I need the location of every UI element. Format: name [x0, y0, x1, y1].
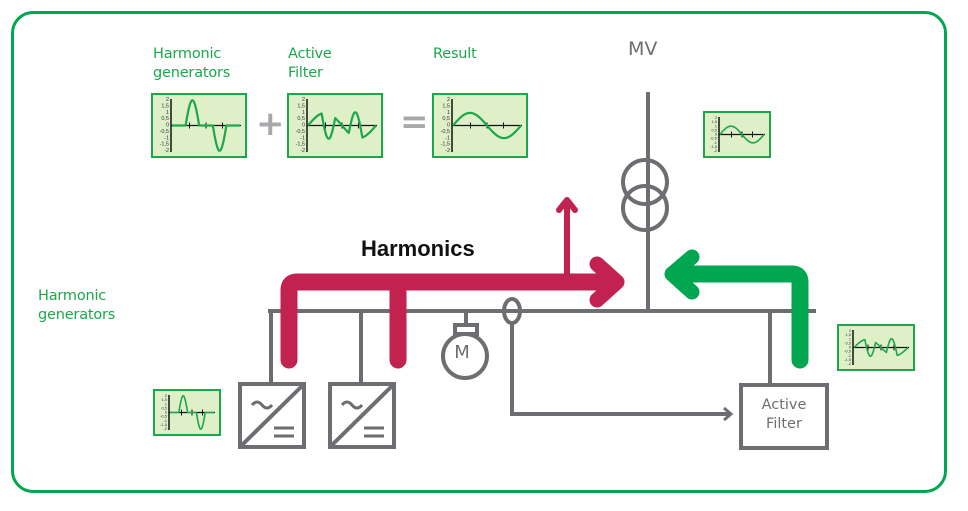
waveform-curve — [171, 99, 241, 152]
waveform-plot: 21,510,50-0,5-1-1,5-2 — [710, 115, 765, 153]
waveform-tick-label: 2 — [302, 97, 305, 103]
transformer-primary-winding — [621, 158, 669, 206]
waveform-plot: 21,510,50-0,5-1-1,5-2 — [296, 97, 377, 154]
waveform-tick-label: -2 — [164, 148, 169, 154]
waveform-tick-label: 0 — [302, 123, 305, 129]
waveform-tick-label: 1,5 — [161, 103, 169, 109]
waveform-plot: 21,510,50-0,5-1-1,5-2 — [160, 97, 241, 154]
converter-2-ac-symbol — [340, 400, 364, 410]
waveform-tick-label: -2 — [847, 361, 851, 366]
waveform-tick-label: -0,5 — [160, 129, 169, 135]
waveform-mv-side: 2 1,5 1 0,5 0 -0,5 -1 -1,5 -2 — [703, 111, 771, 158]
waveform-tick-label: 0,5 — [442, 116, 450, 122]
waveform-tick-label: 2 — [166, 97, 169, 103]
waveform-converter-current: 2 1,5 1 0,5 0 -0,5 -1 -1,5 -2 — [153, 389, 221, 436]
waveform-result: 2 1,5 1 0,5 0 -0,5 -1 -1,5 -2 — [432, 93, 528, 158]
waveform-tick-label: 1,5 — [297, 103, 305, 109]
waveform-tick-label: -2 — [445, 148, 450, 154]
waveform-tick-label: -2 — [713, 148, 717, 153]
waveform-tick-label: -0,5 — [441, 129, 450, 135]
waveform-tick-label: 1 — [302, 110, 305, 116]
waveform-tick-label: 0,5 — [161, 116, 169, 122]
waveform-plot: 21,510,50-0,5-1-1,5-2 — [160, 393, 215, 431]
waveform-tick-label: -1 — [300, 135, 305, 141]
waveform-tick-label: -1 — [164, 135, 169, 141]
waveform-tick-label: -1 — [445, 135, 450, 141]
waveform-curve — [169, 395, 215, 430]
sensor-signal-line — [510, 323, 730, 416]
waveform-tick-label: -1,5 — [296, 142, 305, 148]
active-filter-label: Active Filter — [761, 397, 807, 432]
waveform-plot: 21,510,50-0,5-1-1,5-2 — [441, 97, 522, 154]
waveform-tick-label: -1,5 — [160, 142, 169, 148]
waveform-tick-label: 1 — [447, 110, 450, 116]
waveform-active-filter-injection: 2 1,5 1 0,5 0 -0,5 -1 -1,5 -2 — [837, 324, 915, 371]
single-line-diagram — [238, 92, 829, 450]
converter-1-ac-symbol — [250, 400, 274, 410]
waveform-tick-label: -2 — [163, 426, 167, 431]
waveform-tick-label: -2 — [300, 148, 305, 154]
waveform-active-filter: 2 1,5 1 0,5 0 -0,5 -1 -1,5 -2 — [287, 93, 383, 158]
waveform-tick-label: 1 — [166, 110, 169, 116]
motor-label: M — [454, 342, 470, 363]
waveform-tick-label: -0,5 — [296, 129, 305, 135]
waveform-plot: 21,510,50-0,5-1-1,5-2 — [844, 328, 909, 366]
waveform-tick-label: 0,5 — [297, 116, 305, 122]
transformer-secondary-winding — [621, 184, 669, 232]
waveform-tick-label: 0 — [447, 123, 450, 129]
waveform-tick-label: -1,5 — [441, 142, 450, 148]
waveform-tick-label: 2 — [447, 97, 450, 103]
waveform-tick-label: 0 — [166, 123, 169, 129]
waveform-harmonic-generators: 2 1,5 1 0,5 0 -0,5 -1 -1,5 -2 — [151, 93, 247, 158]
waveform-tick-label: 1,5 — [442, 103, 450, 109]
